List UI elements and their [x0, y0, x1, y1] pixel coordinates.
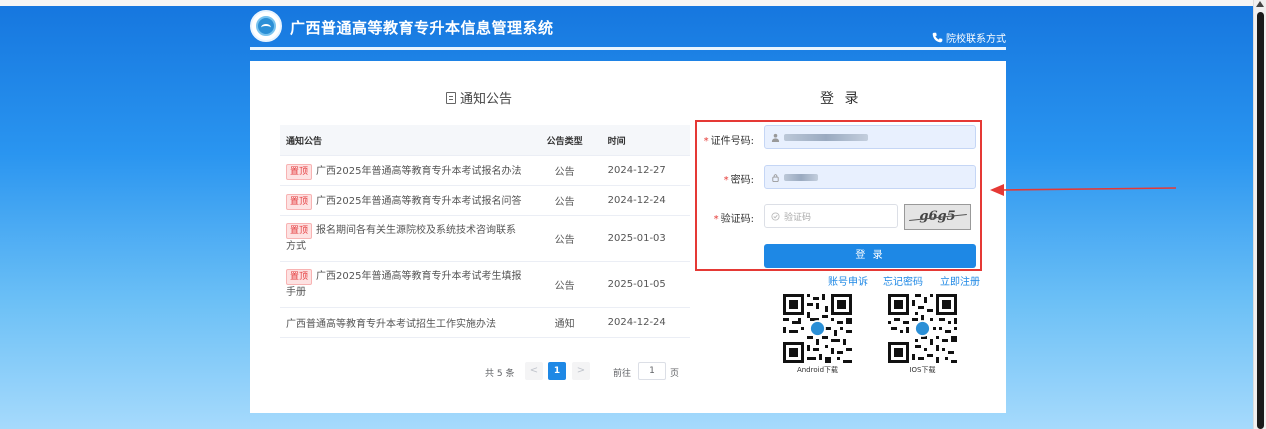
pinned-tag: 置顶	[286, 222, 313, 239]
notice-type-cell: 公告	[527, 261, 602, 308]
prev-page-button[interactable]: <	[525, 362, 543, 380]
column-header-type: 公告类型	[527, 125, 602, 156]
contact-link[interactable]: 院校联系方式	[932, 30, 1006, 45]
column-header-date: 时间	[601, 125, 690, 156]
id-number-label: * 证件号码:	[703, 136, 754, 147]
pagination: 共 5 条 < 1 > 前往 1 页	[280, 362, 690, 382]
notice-title-cell[interactable]: 置顶 广西2025年普通高等教育专升本考试报名问答	[280, 185, 528, 216]
notice-date-cell: 2024-12-24	[601, 307, 690, 338]
notice-title-cell[interactable]: 置顶 广西2025年普通高等教育专升本考试报名办法	[280, 155, 528, 186]
password-value-masked	[784, 173, 818, 181]
register-link[interactable]: 立即注册	[940, 273, 980, 288]
pagination-goto-label: 前往	[613, 369, 632, 379]
document-icon	[446, 91, 456, 104]
user-icon	[771, 133, 780, 142]
lock-icon	[772, 173, 779, 182]
notice-section-title: 通知公告	[446, 88, 512, 107]
forgot-password-link[interactable]: 忘记密码	[883, 273, 923, 288]
captcha-input[interactable]: 验证码	[764, 204, 898, 228]
account-appeal-link[interactable]: 账号申诉	[828, 273, 868, 288]
table-row[interactable]: 置顶 广西2025年普通高等教育专升本考试考生填报手册 公告 2025-01-05	[280, 261, 690, 308]
table-row[interactable]: 广西普通高等教育专升本考试招生工作实施办法 通知 2024-12-24	[280, 307, 690, 338]
login-title: 登 录	[820, 91, 862, 107]
pagination-unit-label: 页	[670, 369, 680, 379]
school-logo-icon	[250, 10, 282, 42]
site-title: 广西普通高等教育专升本信息管理系统	[290, 19, 554, 37]
ios-download-label: IOS下载	[909, 366, 936, 374]
table-row[interactable]: 置顶 广西2025年普通高等教育专升本考试报名问答 公告 2024-12-24	[280, 185, 690, 216]
pagination-total: 共 5 条	[485, 369, 515, 379]
column-header-title: 通知公告	[280, 125, 528, 156]
main-card: 通知公告 通知公告 公告类型 时间 置顶 广西2025年普通高等教育专升本考试报名…	[250, 61, 1006, 413]
id-number-input[interactable]	[764, 125, 976, 149]
annotation-arrow	[990, 184, 1177, 196]
scroll-up-arrow-icon[interactable]	[1256, 1, 1264, 7]
notice-date-cell: 2024-12-27	[601, 155, 690, 186]
page-1-button[interactable]: 1	[548, 362, 566, 380]
notice-type-cell: 公告	[527, 185, 602, 216]
android-qr-code	[780, 291, 855, 366]
notice-type-cell: 通知	[527, 307, 602, 338]
vertical-scrollbar[interactable]	[1253, 0, 1266, 429]
login-button[interactable]: 登 录	[764, 244, 976, 268]
id-number-value-masked	[784, 133, 868, 141]
captcha-image[interactable]: g6g5	[904, 204, 971, 230]
notice-table: 通知公告 公告类型 时间 置顶 广西2025年普通高等教育专升本考试报名办法 公告…	[280, 125, 690, 338]
page-jump-input[interactable]: 1	[638, 362, 666, 380]
notice-date-cell: 2025-01-05	[601, 261, 690, 308]
notice-type-cell: 公告	[527, 215, 602, 262]
table-row[interactable]: 置顶 报名期间各有关生源院校及系统技术咨询联系方式 公告 2025-01-03	[280, 215, 690, 262]
header-divider	[250, 47, 1006, 50]
notice-title-cell[interactable]: 置顶 报名期间各有关生源院校及系统技术咨询联系方式	[280, 215, 528, 262]
notice-date-cell: 2025-01-03	[601, 215, 690, 262]
scrollbar-thumb[interactable]	[1257, 12, 1264, 429]
next-page-button[interactable]: >	[572, 362, 590, 380]
qr-code-icon	[885, 291, 960, 366]
ios-qr-code	[885, 291, 960, 366]
password-input[interactable]	[764, 165, 976, 189]
notice-type-cell: 公告	[527, 155, 602, 186]
password-label: * 密码:	[723, 175, 754, 186]
contact-label: 院校联系方式	[946, 34, 1006, 45]
notice-title-cell[interactable]: 置顶 广西2025年普通高等教育专升本考试考生填报手册	[280, 261, 528, 308]
pinned-tag: 置顶	[286, 193, 313, 210]
qr-code-icon	[780, 291, 855, 366]
notice-date-cell: 2024-12-24	[601, 185, 690, 216]
site-header: 广西普通高等教育专升本信息管理系统 院校联系方式	[250, 10, 1006, 50]
captcha-label: * 验证码:	[713, 214, 754, 225]
pinned-tag: 置顶	[286, 268, 313, 285]
pinned-tag: 置顶	[286, 163, 313, 180]
notice-title-cell[interactable]: 广西普通高等教育专升本考试招生工作实施办法	[280, 307, 528, 338]
shield-check-icon	[771, 211, 780, 221]
phone-icon	[932, 32, 943, 43]
table-row[interactable]: 置顶 广西2025年普通高等教育专升本考试报名办法 公告 2024-12-27	[280, 155, 690, 186]
android-download-label: Android下载	[796, 366, 839, 374]
